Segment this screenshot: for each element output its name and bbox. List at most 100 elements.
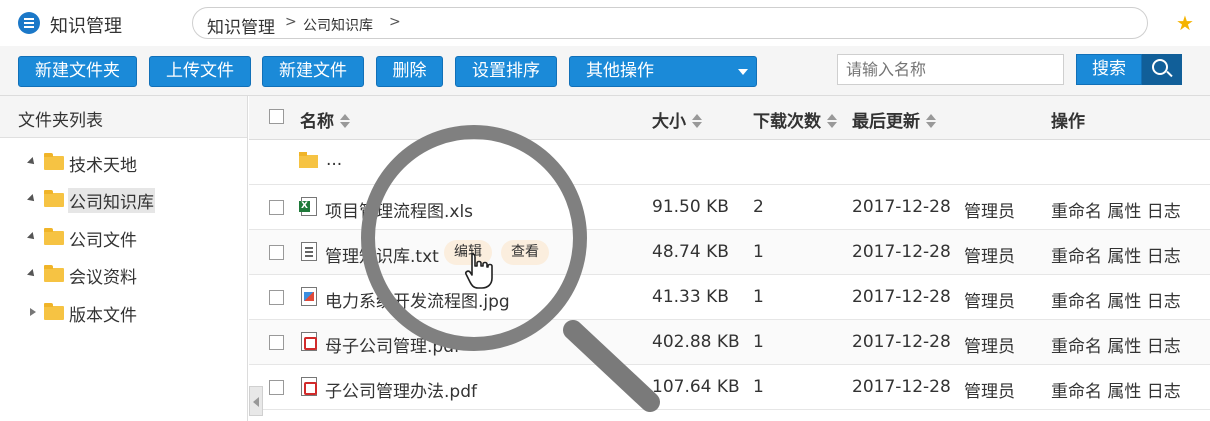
- file-name[interactable]: 电力系统开发流程图.jpg: [325, 287, 510, 312]
- table-row[interactable]: 管理知识库.txt 编辑 查看 48.74 KB 1 2017-12-28 管理…: [249, 230, 1210, 275]
- breadcrumb-item-current[interactable]: 公司知识库: [303, 15, 373, 35]
- row-checkbox[interactable]: [269, 200, 284, 215]
- file-name[interactable]: 管理知识库.txt: [325, 242, 439, 267]
- tree-item-label: 版本文件: [69, 306, 137, 326]
- updated-by: 管理员: [964, 202, 1015, 222]
- file-size: 402.88 KB: [652, 332, 740, 352]
- delete-button[interactable]: 删除: [376, 56, 443, 87]
- set-sort-button[interactable]: 设置排序: [455, 56, 557, 87]
- edit-button[interactable]: 编辑: [444, 240, 492, 265]
- file-name[interactable]: 子公司管理办法.pdf: [325, 377, 477, 402]
- table-header: 名称 大小 下载次数 最后更新 操作: [249, 96, 1210, 140]
- pdf-file-icon: [301, 332, 317, 351]
- file-table: 名称 大小 下载次数 最后更新 操作 ... 项目管理流程图.xls 91.50…: [249, 96, 1210, 421]
- last-updated-date: 2017-12-28: [852, 287, 951, 307]
- row-checkbox[interactable]: [269, 335, 284, 350]
- expand-arrow-icon[interactable]: [27, 157, 37, 167]
- row-actions[interactable]: 重命名 属性 日志: [1051, 332, 1181, 357]
- other-actions-label: 其他操作: [586, 61, 654, 81]
- sort-icon[interactable]: [340, 114, 350, 128]
- search-icon[interactable]: [1142, 54, 1182, 85]
- collapse-arrow-icon[interactable]: [30, 308, 36, 316]
- image-file-icon: [301, 287, 317, 306]
- column-last-updated[interactable]: 最后更新: [852, 107, 936, 132]
- search-input[interactable]: [837, 54, 1064, 85]
- search-button[interactable]: 搜索: [1076, 54, 1142, 85]
- folder-icon: [44, 228, 64, 245]
- breadcrumb-separator: >: [389, 14, 401, 30]
- row-checkbox[interactable]: [269, 245, 284, 260]
- row-checkbox[interactable]: [269, 380, 284, 395]
- file-size: 41.33 KB: [652, 287, 729, 307]
- app-title: 知识管理: [50, 16, 122, 37]
- column-downloads[interactable]: 下载次数: [753, 107, 837, 132]
- row-actions[interactable]: 重命名 属性 日志: [1051, 377, 1181, 402]
- file-name[interactable]: 项目管理流程图.xls: [325, 197, 473, 222]
- new-file-button[interactable]: 新建文件: [262, 56, 364, 87]
- chevron-down-icon: [738, 69, 748, 75]
- breadcrumb-item-root[interactable]: 知识管理: [207, 13, 275, 38]
- sort-icon[interactable]: [827, 114, 837, 128]
- row-actions[interactable]: 重命名 属性 日志: [1051, 287, 1181, 312]
- row-checkbox[interactable]: [269, 290, 284, 305]
- updated-by: 管理员: [964, 292, 1015, 312]
- expand-arrow-icon[interactable]: [27, 232, 37, 242]
- parent-folder-row[interactable]: ...: [249, 140, 1210, 185]
- row-actions[interactable]: 重命名 属性 日志: [1051, 197, 1181, 222]
- toolbar: 新建文件夹 上传文件 新建文件 删除 设置排序 其他操作 搜索: [0, 46, 1210, 96]
- file-size: 107.64 KB: [652, 377, 740, 397]
- file-size: 48.74 KB: [652, 242, 729, 262]
- expand-arrow-icon[interactable]: [27, 194, 37, 204]
- download-count: 1: [753, 377, 764, 397]
- scroll-left-button[interactable]: [249, 386, 263, 416]
- xls-file-icon: [299, 197, 317, 216]
- folder-sidebar: 文件夹列表 技术天地 公司知识库 公司文件 会议资料 版本文件: [0, 96, 248, 421]
- updated-by: 管理员: [964, 337, 1015, 357]
- expand-arrow-icon[interactable]: [27, 269, 37, 279]
- pdf-file-icon: [301, 377, 317, 396]
- table-row[interactable]: 子公司管理办法.pdf 107.64 KB 1 2017-12-28 管理员 重…: [249, 365, 1210, 410]
- breadcrumb-separator: >: [285, 14, 297, 30]
- updated-by: 管理员: [964, 382, 1015, 402]
- column-name[interactable]: 名称: [300, 107, 350, 132]
- tree-item-label: 技术天地: [69, 156, 137, 176]
- table-row[interactable]: 电力系统开发流程图.jpg 41.33 KB 1 2017-12-28 管理员 …: [249, 275, 1210, 320]
- folder-icon: [299, 152, 318, 168]
- last-updated-date: 2017-12-28: [852, 242, 951, 262]
- folder-icon: [44, 153, 64, 170]
- view-button[interactable]: 查看: [501, 240, 549, 265]
- star-icon[interactable]: ★: [1176, 12, 1194, 34]
- sidebar-title: 文件夹列表: [18, 111, 103, 131]
- table-row[interactable]: 项目管理流程图.xls 91.50 KB 2 2017-12-28 管理员 重命…: [249, 185, 1210, 230]
- updated-by: 管理员: [964, 247, 1015, 267]
- tree-item-label: 会议资料: [69, 268, 137, 288]
- column-size[interactable]: 大小: [652, 107, 702, 132]
- folder-icon: [44, 265, 64, 282]
- folder-icon: [44, 303, 64, 320]
- sort-icon[interactable]: [926, 114, 936, 128]
- top-header: 知识管理 知识管理 > 公司知识库 > ★: [0, 0, 1210, 46]
- download-count: 2: [753, 197, 764, 217]
- file-size: 91.50 KB: [652, 197, 729, 217]
- upload-file-button[interactable]: 上传文件: [149, 56, 251, 87]
- last-updated-date: 2017-12-28: [852, 197, 951, 217]
- other-actions-dropdown[interactable]: 其他操作: [569, 56, 757, 87]
- select-all-checkbox[interactable]: [269, 109, 284, 124]
- sidebar-header: 文件夹列表: [0, 96, 247, 138]
- last-updated-date: 2017-12-28: [852, 332, 951, 352]
- breadcrumb: 知识管理 > 公司知识库 >: [192, 7, 1148, 39]
- folder-icon: [44, 190, 64, 207]
- txt-file-icon: [301, 242, 317, 261]
- app-logo-icon: [18, 12, 40, 34]
- download-count: 1: [753, 287, 764, 307]
- new-folder-button[interactable]: 新建文件夹: [18, 56, 137, 87]
- sort-icon[interactable]: [692, 114, 702, 128]
- table-row[interactable]: 母子公司管理.pdf 402.88 KB 1 2017-12-28 管理员 重命…: [249, 320, 1210, 365]
- parent-folder-label: ...: [326, 150, 343, 170]
- row-actions[interactable]: 重命名 属性 日志: [1051, 242, 1181, 267]
- file-name[interactable]: 母子公司管理.pdf: [325, 332, 460, 357]
- tree-item-label: 公司文件: [69, 231, 137, 251]
- tree-item-label: 公司知识库: [68, 188, 155, 213]
- last-updated-date: 2017-12-28: [852, 377, 951, 397]
- column-actions: 操作: [1051, 112, 1085, 132]
